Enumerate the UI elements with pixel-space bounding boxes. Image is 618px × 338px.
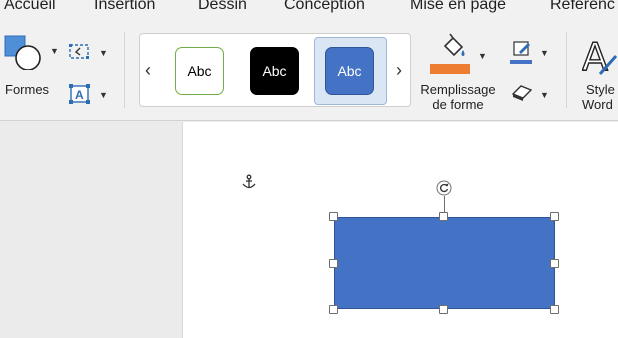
shapes-icon: [4, 34, 44, 75]
wordart-label-line1: Style: [586, 82, 615, 97]
effects-dropdown-caret[interactable]: ▼: [540, 90, 549, 100]
selected-rectangle-shape[interactable]: [334, 217, 555, 309]
shapes-label: Formes: [5, 82, 50, 97]
svg-text:A: A: [75, 88, 84, 102]
shape-style-label: Abc: [337, 63, 362, 79]
resize-handle-right[interactable]: [550, 259, 559, 268]
tab-references[interactable]: Référenc: [550, 0, 615, 14]
shape-style-blue[interactable]: Abc: [325, 47, 374, 95]
tab-conception[interactable]: Conception: [284, 0, 365, 14]
text-box-icon[interactable]: A: [68, 83, 92, 110]
eraser-icon[interactable]: [510, 82, 534, 107]
paint-bucket-icon: [438, 32, 468, 67]
resize-handle-top-left[interactable]: [329, 212, 338, 221]
wordart-a-icon[interactable]: A: [581, 34, 618, 83]
wordart-label-line2: Word: [582, 97, 613, 112]
edit-points-dropdown-caret[interactable]: ▼: [99, 48, 108, 58]
shape-fill-button[interactable]: [430, 32, 472, 76]
gallery-prev-button[interactable]: ‹: [145, 60, 151, 81]
tab-mise-en-page[interactable]: Mise en page: [410, 0, 506, 14]
shape-fill-label-line1: Remplissage: [420, 82, 496, 97]
anchor-icon[interactable]: [241, 174, 257, 195]
shapes-button[interactable]: [4, 34, 44, 71]
shape-outline-dropdown-caret[interactable]: ▼: [540, 48, 549, 58]
resize-handle-bottom[interactable]: [439, 305, 448, 314]
ribbon: ▼ Formes ▼ A ▼ ‹ Abc Abc Abc › ▼ Remplis…: [0, 18, 618, 121]
outline-color-bar: [510, 60, 532, 64]
shape-fill-dropdown-caret[interactable]: ▼: [478, 51, 487, 61]
ribbon-separator: [124, 32, 125, 108]
resize-handle-bottom-right[interactable]: [550, 305, 559, 314]
resize-handle-bottom-left[interactable]: [329, 305, 338, 314]
resize-handle-left[interactable]: [329, 259, 338, 268]
edit-points-icon[interactable]: [68, 42, 92, 67]
svg-text:A: A: [582, 36, 608, 78]
text-box-dropdown-caret[interactable]: ▼: [99, 90, 108, 100]
shape-fill-label-line2: de forme: [432, 97, 484, 112]
ribbon-tabs: Accueil Insertion Dessin Conception Mise…: [0, 0, 618, 18]
resize-handle-top-right[interactable]: [550, 212, 559, 221]
ribbon-separator: [566, 32, 567, 108]
tab-insertion[interactable]: Insertion: [94, 0, 155, 14]
document-canvas-margin: [0, 122, 182, 338]
shape-outline-button[interactable]: [510, 40, 534, 64]
document-page[interactable]: [182, 122, 618, 338]
fill-color-bar: [430, 64, 470, 74]
resize-handle-top[interactable]: [439, 212, 448, 221]
tab-dessin[interactable]: Dessin: [198, 0, 247, 14]
shape-styles-gallery: ‹ Abc Abc Abc ›: [139, 33, 411, 107]
gallery-next-button[interactable]: ›: [396, 60, 402, 81]
shapes-dropdown-caret[interactable]: ▼: [50, 46, 59, 56]
shape-style-black[interactable]: Abc: [250, 47, 299, 95]
tab-accueil[interactable]: Accueil: [4, 0, 56, 14]
shape-style-outline-green[interactable]: Abc: [175, 47, 224, 95]
shape-style-label: Abc: [187, 63, 212, 79]
shape-style-label: Abc: [262, 63, 287, 79]
